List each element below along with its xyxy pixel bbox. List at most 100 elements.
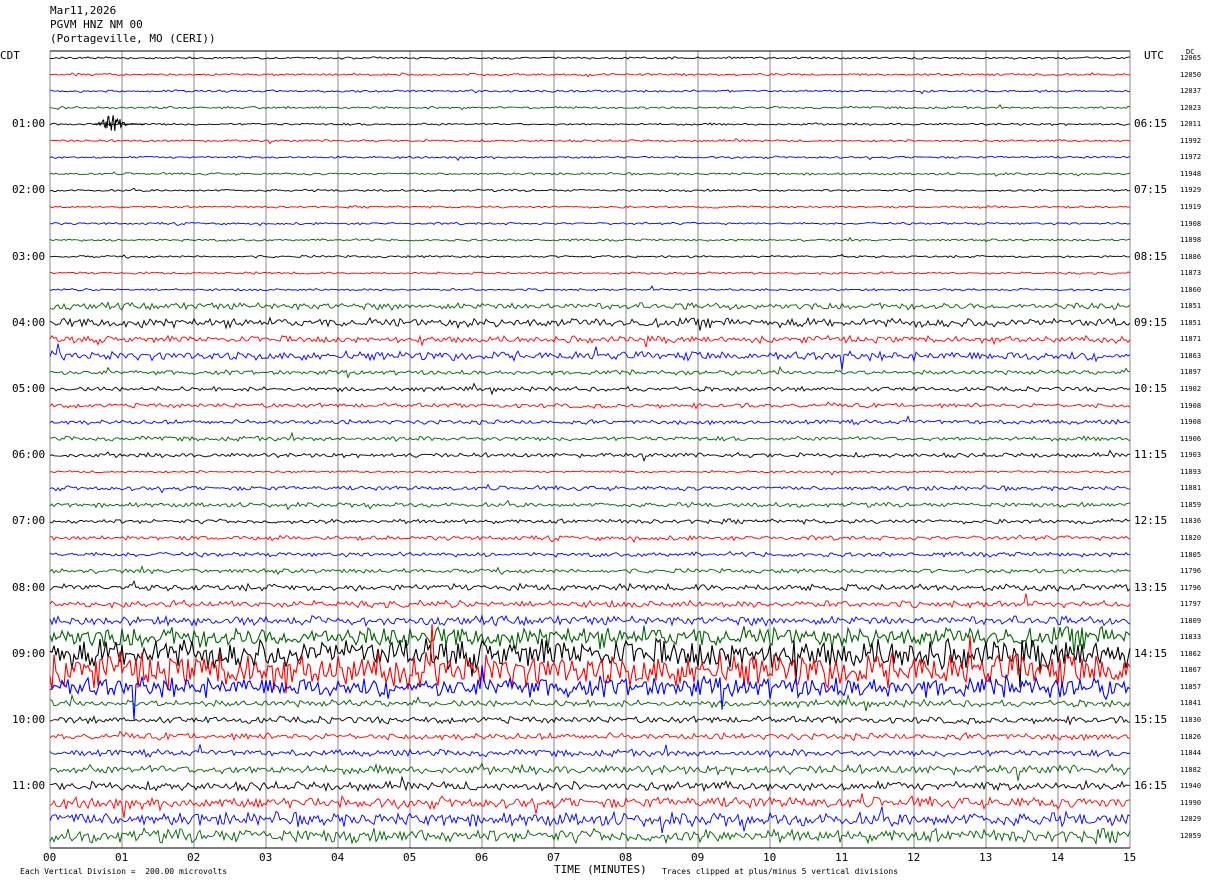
dc-value: 11906 (1180, 434, 1202, 443)
x-tick-label: 04 (331, 851, 345, 864)
right-hour-label: 10:15 (1134, 382, 1168, 395)
dc-value: 12065 (1180, 54, 1202, 62)
trace-row-2 (49, 89, 1131, 95)
right-hour-label: 15:15 (1134, 713, 1168, 726)
trace-row-11 (49, 236, 1131, 243)
trace-row-44 (50, 775, 1130, 793)
dc-value: 11833 (1180, 633, 1202, 642)
trace-row-6 (49, 155, 1131, 162)
x-tick-label: 05 (403, 851, 417, 864)
trace-row-38 (49, 665, 1131, 720)
right-hour-label: 16:15 (1134, 779, 1168, 793)
dc-value: 11886 (1180, 252, 1202, 261)
dc-value: 12029 (1180, 815, 1202, 824)
left-hour-label: 07:00 (12, 514, 46, 528)
trace-row-31 (49, 564, 1131, 576)
trace-row-9 (49, 205, 1131, 209)
trace-row-26 (49, 483, 1130, 494)
trace-row-21 (49, 401, 1131, 410)
x-tick-label: 13 (979, 851, 993, 864)
trace-row-41 (49, 730, 1131, 742)
dc-value: 11940 (1180, 782, 1202, 791)
trace-row-16 (49, 316, 1131, 331)
left-hour-label: 08:00 (12, 580, 46, 594)
left-hour-label: 06:00 (12, 448, 46, 462)
dc-value: 11830 (1180, 716, 1202, 724)
dc-value: 11898 (1180, 236, 1202, 245)
dc-value: 11897 (1180, 368, 1202, 377)
trace-row-43 (49, 762, 1131, 781)
trace-row-14 (49, 285, 1131, 292)
trace-row-32 (49, 579, 1131, 592)
dc-value: 11992 (1180, 136, 1202, 145)
trace-row-39 (49, 693, 1131, 712)
right-hour-label: 11:15 (1134, 448, 1168, 462)
dc-value: 11972 (1180, 153, 1202, 162)
right-hour-label: 14:15 (1134, 646, 1168, 660)
x-tick-label: 14 (1051, 851, 1065, 864)
x-tick-label: 00 (43, 851, 57, 864)
trace-row-24 (49, 449, 1131, 463)
dc-value: 11862 (1180, 649, 1202, 658)
trace-row-34 (49, 613, 1131, 628)
trace-row-40 (49, 715, 1131, 726)
trace-row-1 (49, 72, 1131, 78)
dc-value: 11851 (1180, 302, 1202, 311)
right-hour-label: 08:15 (1134, 249, 1168, 263)
dc-value: 11893 (1180, 467, 1202, 476)
right-hour-label: 12:15 (1134, 514, 1168, 528)
dc-value: 11908 (1180, 219, 1202, 228)
trace-row-19 (49, 365, 1131, 379)
right-hour-label: 07:15 (1134, 183, 1168, 197)
x-tick-label: 06 (475, 851, 489, 864)
x-tick-label: 01 (115, 851, 129, 864)
trace-row-33 (49, 593, 1131, 609)
trace-row-46 (49, 806, 1131, 834)
dc-value: 11820 (1180, 533, 1202, 542)
dc-value: 11796 (1180, 567, 1202, 576)
trace-row-42 (49, 744, 1131, 758)
left-hour-label: 03:00 (12, 249, 46, 263)
left-hour-label: 02:00 (12, 183, 46, 197)
left-hour-label: 10:00 (12, 713, 46, 726)
trace-row-3 (49, 103, 1131, 111)
dc-value: 11826 (1180, 732, 1202, 741)
x-tick-label: 12 (907, 851, 921, 864)
trace-row-29 (49, 534, 1131, 544)
trace-row-25 (49, 469, 1131, 476)
trace-row-45 (49, 793, 1130, 818)
trace-row-0 (49, 56, 1131, 60)
dc-value: 12037 (1180, 87, 1202, 96)
dc-value: 11990 (1180, 798, 1202, 807)
dc-value: 11919 (1180, 202, 1202, 211)
trace-row-7 (49, 171, 1131, 177)
dc-value: 11908 (1180, 418, 1202, 427)
right-hour-label: 09:15 (1134, 315, 1168, 329)
dc-value: 11857 (1180, 682, 1202, 691)
dc-value: 11841 (1180, 699, 1202, 708)
trace-row-47 (49, 827, 1131, 846)
right-hour-label: 06:15 (1134, 117, 1168, 131)
dc-value: 11882 (1180, 765, 1202, 774)
dc-value: 11860 (1180, 285, 1202, 294)
x-tick-label: 02 (187, 851, 201, 864)
dc-value: 12059 (1180, 831, 1202, 840)
dc-value: 11809 (1180, 616, 1202, 625)
dc-value: 11844 (1180, 749, 1202, 758)
dc-value: 11805 (1180, 550, 1202, 559)
helicorder-plot (49, 50, 1131, 849)
trace-row-18 (49, 343, 1131, 371)
trace-row-8 (49, 187, 1131, 193)
trace-row-12 (49, 253, 1131, 259)
dc-value: 11851 (1180, 318, 1202, 327)
dc-value: 12023 (1180, 103, 1202, 112)
dc-value: 11796 (1180, 583, 1202, 592)
x-tick-label: 03 (259, 851, 273, 864)
dc-value: 11929 (1180, 186, 1202, 195)
trace-row-20 (49, 382, 1131, 396)
left-hour-label: 01:00 (12, 117, 46, 131)
left-hour-label: 09:00 (12, 646, 46, 660)
trace-row-27 (49, 499, 1131, 511)
dc-value: 11902 (1180, 385, 1202, 393)
left-hour-label: 11:00 (12, 779, 46, 793)
